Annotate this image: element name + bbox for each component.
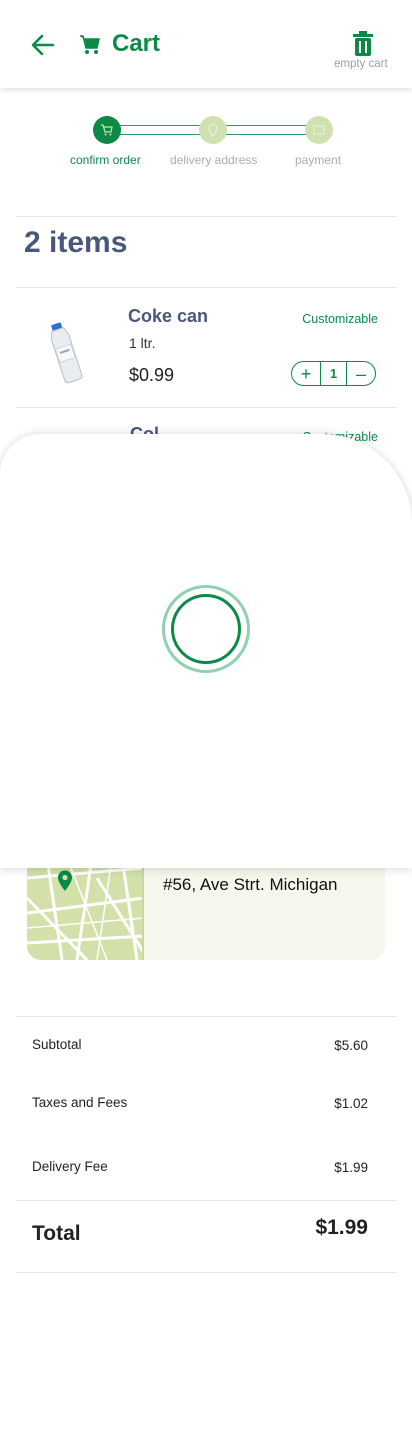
step-label-delivery-address: delivery address	[170, 153, 258, 167]
taxes-label: Taxes and Fees	[32, 1095, 128, 1110]
page-title: Cart	[112, 30, 161, 57]
location-pin-icon	[208, 123, 218, 137]
subtotal-value: $5.60	[334, 1038, 368, 1053]
total-label: Total	[32, 1222, 81, 1245]
quantity-stepper: + 1 –	[291, 361, 376, 386]
divider	[16, 407, 397, 408]
delivery-address-text: #56, Ave Strt. Michigan	[163, 875, 338, 894]
divider	[16, 216, 397, 217]
cart-icon	[101, 124, 113, 136]
delivery-address-card[interactable]: #56, Ave Strt. Michigan	[27, 858, 385, 960]
divider	[16, 287, 397, 288]
step-label-confirm-order: confirm order	[70, 153, 141, 167]
quantity-value: 1	[320, 362, 347, 385]
step-delivery-address[interactable]	[199, 116, 227, 144]
shopping-cart-icon	[80, 35, 100, 54]
increase-quantity-button[interactable]: +	[292, 363, 320, 385]
total-value: $1.99	[315, 1216, 368, 1239]
item-name: Coke can	[128, 306, 209, 326]
item-price: $0.99	[129, 365, 175, 385]
map-pin-icon	[58, 870, 72, 891]
trash-icon[interactable]	[352, 31, 374, 57]
app-header: Cart empty cart	[0, 0, 412, 88]
step-confirm-order[interactable]	[93, 116, 121, 144]
step-payment[interactable]	[305, 116, 333, 144]
subtotal-label: Subtotal	[32, 1037, 82, 1052]
stepper-track	[226, 125, 308, 135]
water-bottle-image	[51, 322, 83, 384]
delivery-fee-value: $1.99	[334, 1160, 368, 1175]
checkout-stepper: confirm order delivery address payment	[0, 114, 412, 174]
items-count: 2 items	[24, 226, 128, 259]
card-icon	[313, 125, 325, 135]
decrease-quantity-button[interactable]: –	[347, 363, 375, 385]
taxes-value: $1.02	[334, 1096, 368, 1111]
step-label-payment: payment	[295, 153, 342, 167]
map-thumbnail	[27, 858, 144, 960]
divider	[16, 1016, 397, 1017]
divider	[16, 1272, 397, 1273]
empty-cart-label[interactable]: empty cart	[334, 58, 388, 70]
item-size: 1 ltr.	[129, 335, 156, 351]
loading-spinner	[171, 594, 241, 664]
divider	[16, 1200, 397, 1201]
delivery-fee-label: Delivery Fee	[32, 1159, 108, 1174]
customizable-link[interactable]: Customizable	[302, 312, 378, 326]
arrow-left-icon[interactable]	[30, 32, 56, 58]
loading-sheet	[0, 434, 412, 868]
